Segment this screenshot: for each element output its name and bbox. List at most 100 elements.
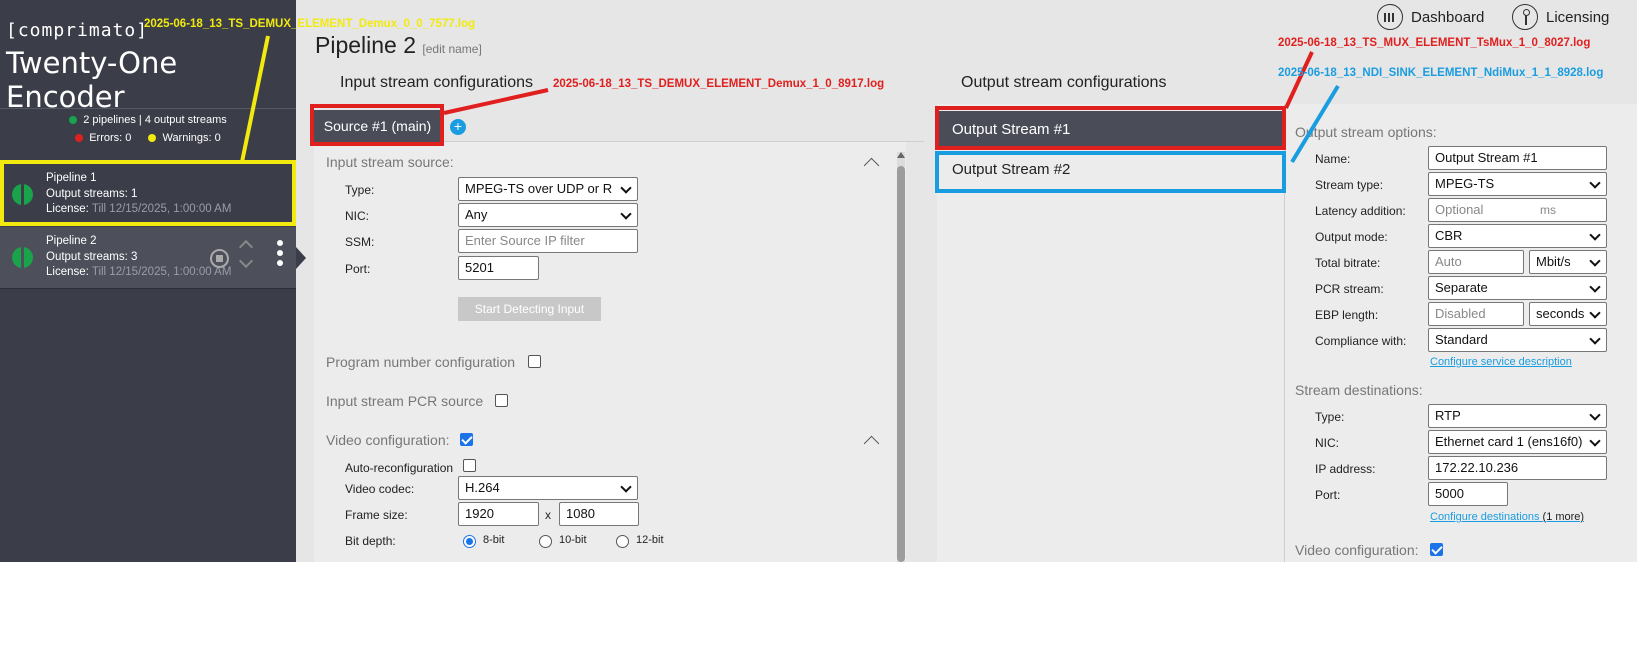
configure-destinations-link[interactable]: Configure destinations (1 more) [1430,511,1584,523]
running-status-icon [12,184,33,205]
output-stream-item-1[interactable]: Output Stream #1 [937,111,1284,149]
input-scrollbar[interactable] [897,152,905,562]
ebp-length-input[interactable]: Disabled [1428,302,1524,326]
annotation-red-demux-log: 2025-06-18_13_TS_DEMUX_ELEMENT_Demux_1_0… [553,78,885,90]
brand-logo: [comprimato] [6,20,149,41]
bit-depth-8-radio[interactable] [463,535,476,548]
stream-type-label: Stream type: [1315,178,1384,192]
annotation-yellow-log: 2025-06-18_13_TS_DEMUX_ELEMENT_Demux_0_0… [144,18,476,30]
sidebar-divider [0,108,296,109]
license-label: License: [46,266,89,278]
dest-type-label: Type: [1315,410,1345,424]
ebp-length-label: EBP length: [1315,308,1379,322]
license-value: Till 12/15/2025, 1:00:00 AM [91,203,232,215]
output-video-config-checkbox[interactable] [1430,543,1443,556]
type-label: Type: [345,183,375,197]
stream-name-field[interactable]: Output Stream #1 [1428,146,1607,170]
video-config-heading: Video configuration: [326,432,450,448]
tab-source-1[interactable]: Source #1 (main) [312,110,443,142]
bit-depth-12-radio[interactable] [616,535,629,548]
latency-unit: ms [1540,203,1556,217]
pipeline-summary: 2 pipelines | 4 output streams [0,114,296,126]
ssm-label: SSM: [345,235,375,249]
latency-input[interactable]: Optional ms [1428,198,1607,222]
warnings-count: Warnings: 0 [162,132,221,144]
pcr-stream-select[interactable]: Separate [1428,276,1607,300]
dest-nic-select[interactable]: Ethernet card 1 (ens16f0) [1428,430,1607,454]
error-status-icon [75,134,84,143]
warning-status-icon [148,134,157,143]
auto-reconfig-checkbox[interactable] [463,459,476,472]
destinations-more-count: (1 more) [1542,511,1585,523]
sidebar: [comprimato] Twenty-One Encoder 2 pipeli… [0,0,296,562]
move-down-icon[interactable] [238,253,254,269]
stop-icon[interactable] [210,249,229,268]
video-config-checkbox[interactable] [460,433,473,446]
ebp-unit-select[interactable]: seconds [1529,302,1607,326]
ok-status-icon [69,116,78,125]
dashboard-icon [1377,4,1403,30]
pipeline-name: Pipeline 2 [46,235,97,247]
license-value: Till 12/15/2025, 1:00:00 AM [91,266,232,278]
port-label: Port: [345,262,371,276]
annotation-cyan-ndi-log: 2025-06-18_13_NDI_SINK_ELEMENT_NdiMux_1_… [1278,67,1604,79]
bitrate-unit-select[interactable]: Mbit/s [1529,250,1607,274]
frame-height-field[interactable]: 1080 [559,502,639,526]
running-status-icon [12,247,33,268]
frame-width-field[interactable]: 1920 [458,502,539,526]
bit-depth-10-radio[interactable] [539,535,552,548]
ip-address-label: IP address: [1315,462,1376,476]
dashboard-link[interactable]: Dashboard [1377,4,1484,30]
pcr-source-checkbox[interactable] [495,394,508,407]
dest-port-label: Port: [1315,488,1341,502]
output-stream-item-2[interactable]: Output Stream #2 [937,151,1284,189]
bit-depth-label: Bit depth: [345,534,396,548]
program-number-checkbox[interactable] [528,355,541,368]
add-source-icon[interactable]: + [450,119,466,135]
configure-destinations-text[interactable]: Configure destinations [1430,511,1539,523]
configure-service-link[interactable]: Configure service description [1430,356,1572,368]
scroll-up-icon[interactable] [897,152,905,158]
dest-type-select[interactable]: RTP [1428,404,1607,428]
dest-port-field[interactable]: 5000 [1428,482,1508,506]
dashboard-label: Dashboard [1411,8,1485,26]
pipeline-license: License: Till 12/15/2025, 1:00:00 AM [46,266,231,278]
page-title: Pipeline 2 [edit name] [315,32,482,59]
licensing-link[interactable]: Licensing [1512,4,1609,30]
errors-count: Errors: 0 [89,132,132,144]
bit-depth-10-label: 10-bit [559,534,587,546]
ssm-input[interactable]: Enter Source IP filter [458,229,638,253]
nic-label: NIC: [345,209,369,223]
edit-name-link[interactable]: [edit name] [422,42,481,56]
source-tabs: Source #1 (main) + [312,110,924,142]
video-codec-select[interactable]: H.264 [458,476,638,500]
input-nic-select[interactable]: Any [458,203,638,227]
output-section-heading: Output stream configurations [961,74,1167,91]
compliance-select[interactable]: Standard [1428,328,1607,352]
sidebar-item-pipeline-2[interactable]: Pipeline 2 Output streams: 3 License: Ti… [0,227,296,289]
key-icon [1512,4,1538,30]
sidebar-item-pipeline-1[interactable]: Pipeline 1 Output streams: 1 License: Ti… [0,164,296,226]
input-port-field[interactable]: 5201 [458,256,539,280]
output-mode-select[interactable]: CBR [1428,224,1607,248]
summary-text: 2 pipelines | 4 output streams [83,114,227,126]
input-source-group: Input stream source: [326,154,454,170]
latency-label: Latency addition: [1315,204,1406,218]
pipeline-license: License: Till 12/15/2025, 1:00:00 AM [46,203,231,215]
start-detecting-button[interactable]: Start Detecting Input [458,297,601,321]
ip-address-field[interactable]: 172.22.10.236 [1428,456,1607,480]
stream-type-select[interactable]: MPEG-TS [1428,172,1607,196]
selected-pipeline-indicator [296,247,306,269]
move-up-icon[interactable] [238,239,254,255]
more-menu-icon[interactable] [277,240,283,270]
total-bitrate-label: Total bitrate: [1315,256,1381,270]
app-window: [comprimato] Twenty-One Encoder 2 pipeli… [0,0,1637,562]
name-label: Name: [1315,152,1351,166]
stream-destinations-heading: Stream destinations: [1295,382,1423,398]
scrollbar-thumb[interactable] [897,166,905,562]
pcr-source-heading: Input stream PCR source [326,393,484,409]
pipeline-output-count: Output streams: 1 [46,188,138,200]
codec-label: Video codec: [345,482,415,496]
input-type-select[interactable]: MPEG-TS over UDP or R [458,177,638,201]
total-bitrate-input[interactable]: Auto [1428,250,1524,274]
